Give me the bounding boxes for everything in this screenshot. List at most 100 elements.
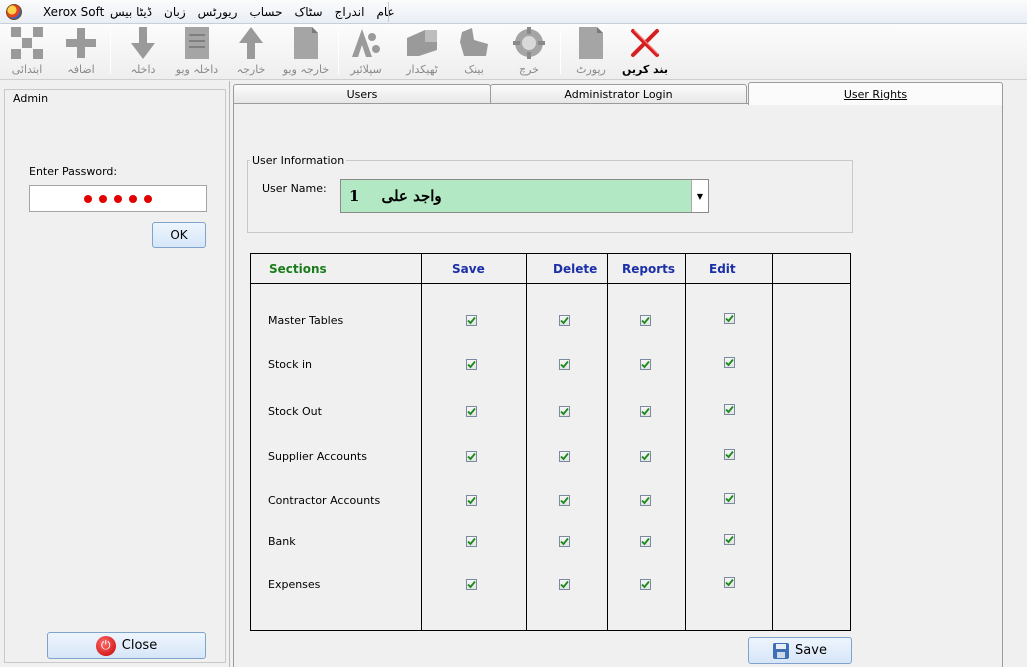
app-logo-icon[interactable] bbox=[6, 4, 22, 20]
reports-checkbox[interactable] bbox=[640, 315, 651, 326]
delete-checkbox[interactable] bbox=[559, 315, 570, 326]
delete-checkbox[interactable] bbox=[559, 579, 570, 590]
reports-checkbox[interactable] bbox=[640, 536, 651, 547]
toolbar-home-button[interactable]: ابتدائی bbox=[0, 26, 54, 78]
chevron-down-icon[interactable]: ▼ bbox=[691, 180, 708, 212]
menu-general[interactable]: عام bbox=[374, 5, 396, 19]
header-edit: Edit bbox=[709, 262, 736, 276]
password-label: Enter Password: bbox=[29, 165, 118, 178]
toolbar-stock-out-button[interactable]: خارجہ bbox=[226, 26, 276, 78]
section-label: Stock Out bbox=[268, 405, 322, 418]
header-sections: Sections bbox=[269, 262, 327, 276]
edit-checkbox[interactable] bbox=[724, 357, 735, 368]
menu-stock[interactable]: سٹاک bbox=[293, 5, 325, 19]
toolbar: ابتدائی اضافہ داخلہ داخلہ ویو خارجہ خارج… bbox=[0, 24, 1027, 80]
save-checkbox[interactable] bbox=[466, 451, 477, 462]
toolbar-expense-button[interactable]: خرچ bbox=[504, 26, 554, 78]
delete-checkbox[interactable] bbox=[559, 451, 570, 462]
save-checkbox[interactable] bbox=[466, 536, 477, 547]
save-checkbox[interactable] bbox=[466, 579, 477, 590]
menu-bar: Xerox Soft عام اندراج سٹاک حساب ریورٹس ز… bbox=[0, 0, 1027, 24]
tab-container: Users Administrator Login User Rights Us… bbox=[232, 81, 1027, 667]
edit-checkbox[interactable] bbox=[724, 313, 735, 324]
section-label: Supplier Accounts bbox=[268, 450, 367, 463]
toolbar-add-button[interactable]: اضافہ bbox=[56, 26, 106, 78]
toolbar-supplier-button[interactable]: سپلائیر bbox=[342, 26, 390, 78]
section-label: Stock in bbox=[268, 358, 312, 371]
menu-database[interactable]: ڈیٹا بیس bbox=[108, 5, 154, 19]
toolbar-stock-in-button[interactable]: داخلہ bbox=[118, 26, 168, 78]
menu-items: عام اندراج سٹاک حساب ریورٹس زبان ڈیٹا بی… bbox=[108, 5, 397, 19]
user-name-select[interactable]: 1 واجد علی ▼ bbox=[340, 179, 709, 213]
edit-checkbox[interactable] bbox=[724, 404, 735, 415]
close-button[interactable]: ⏻ Close bbox=[47, 632, 206, 659]
toolbar-separator bbox=[560, 30, 561, 74]
delete-checkbox[interactable] bbox=[559, 495, 570, 506]
save-checkbox[interactable] bbox=[466, 359, 477, 370]
up-arrow-icon bbox=[234, 26, 268, 60]
user-information-group: User Information User Name: 1 واجد علی ▼ bbox=[247, 154, 853, 233]
contractor-icon bbox=[405, 26, 439, 60]
reports-checkbox[interactable] bbox=[640, 359, 651, 370]
password-dot bbox=[144, 194, 152, 203]
menu-entry[interactable]: اندراج bbox=[333, 5, 367, 19]
section-label: Expenses bbox=[268, 578, 321, 591]
toolbar-contractor-button[interactable]: ٹھیکدار bbox=[396, 26, 448, 78]
toolbar-bank-button[interactable]: بینک bbox=[450, 26, 498, 78]
reports-checkbox[interactable] bbox=[640, 451, 651, 462]
grid-divider bbox=[421, 254, 422, 630]
user-name-value: 1 واجد علی bbox=[349, 187, 442, 205]
edit-checkbox[interactable] bbox=[724, 449, 735, 460]
reports-checkbox[interactable] bbox=[640, 579, 651, 590]
close-button-label: Close bbox=[121, 638, 158, 653]
ok-button[interactable]: OK bbox=[152, 222, 206, 248]
password-dot bbox=[129, 194, 137, 203]
delete-checkbox[interactable] bbox=[559, 359, 570, 370]
save-checkbox[interactable] bbox=[466, 406, 477, 417]
edit-checkbox[interactable] bbox=[724, 577, 735, 588]
save-button[interactable]: Save bbox=[748, 637, 852, 664]
menu-language[interactable]: زبان bbox=[162, 5, 188, 19]
plus-icon bbox=[64, 26, 98, 60]
document-view-icon bbox=[180, 26, 214, 60]
section-label: Bank bbox=[268, 535, 296, 548]
tab-user-rights[interactable]: User Rights bbox=[748, 82, 1003, 105]
toolbar-separator bbox=[110, 30, 111, 74]
tab-administrator-login[interactable]: Administrator Login bbox=[490, 84, 747, 104]
edit-checkbox[interactable] bbox=[724, 493, 735, 504]
grid-divider bbox=[607, 254, 608, 630]
toolbar-report-button[interactable]: رپورٹ bbox=[566, 26, 616, 78]
tab-users[interactable]: Users bbox=[233, 84, 491, 104]
grid-icon bbox=[10, 26, 44, 60]
grid-header-divider bbox=[251, 283, 850, 284]
section-label: Contractor Accounts bbox=[268, 494, 381, 507]
menu-accounts[interactable]: حساب bbox=[247, 5, 284, 19]
reports-checkbox[interactable] bbox=[640, 495, 651, 506]
section-label: Master Tables bbox=[268, 314, 344, 327]
toolbar-close-button[interactable]: بند کریں bbox=[618, 26, 672, 78]
save-checkbox[interactable] bbox=[466, 315, 477, 326]
user-rights-panel: User Information User Name: 1 واجد علی ▼… bbox=[233, 103, 1003, 667]
down-arrow-icon bbox=[126, 26, 160, 60]
password-dot bbox=[84, 194, 92, 203]
user-information-legend: User Information bbox=[250, 154, 347, 167]
reports-checkbox[interactable] bbox=[640, 406, 651, 417]
save-checkbox[interactable] bbox=[466, 495, 477, 506]
floppy-disk-icon bbox=[773, 642, 790, 659]
edit-checkbox[interactable] bbox=[724, 534, 735, 545]
user-id: 1 bbox=[349, 187, 360, 205]
password-dot bbox=[99, 194, 107, 203]
admin-legend: Admin bbox=[11, 92, 51, 105]
ok-button-label: OK bbox=[170, 228, 188, 242]
delete-checkbox[interactable] bbox=[559, 536, 570, 547]
document-icon bbox=[289, 26, 323, 60]
toolbar-stock-in-view-button[interactable]: داخلہ ویو bbox=[170, 26, 224, 78]
menu-reports[interactable]: ریورٹس bbox=[196, 5, 240, 19]
header-save: Save bbox=[452, 262, 485, 276]
password-input[interactable] bbox=[29, 185, 207, 212]
delete-checkbox[interactable] bbox=[559, 406, 570, 417]
app-title: Xerox Soft bbox=[43, 5, 105, 19]
toolbar-stock-out-view-button[interactable]: خارجہ ویو bbox=[278, 26, 334, 78]
expense-icon bbox=[512, 26, 546, 60]
bank-icon bbox=[457, 26, 491, 60]
